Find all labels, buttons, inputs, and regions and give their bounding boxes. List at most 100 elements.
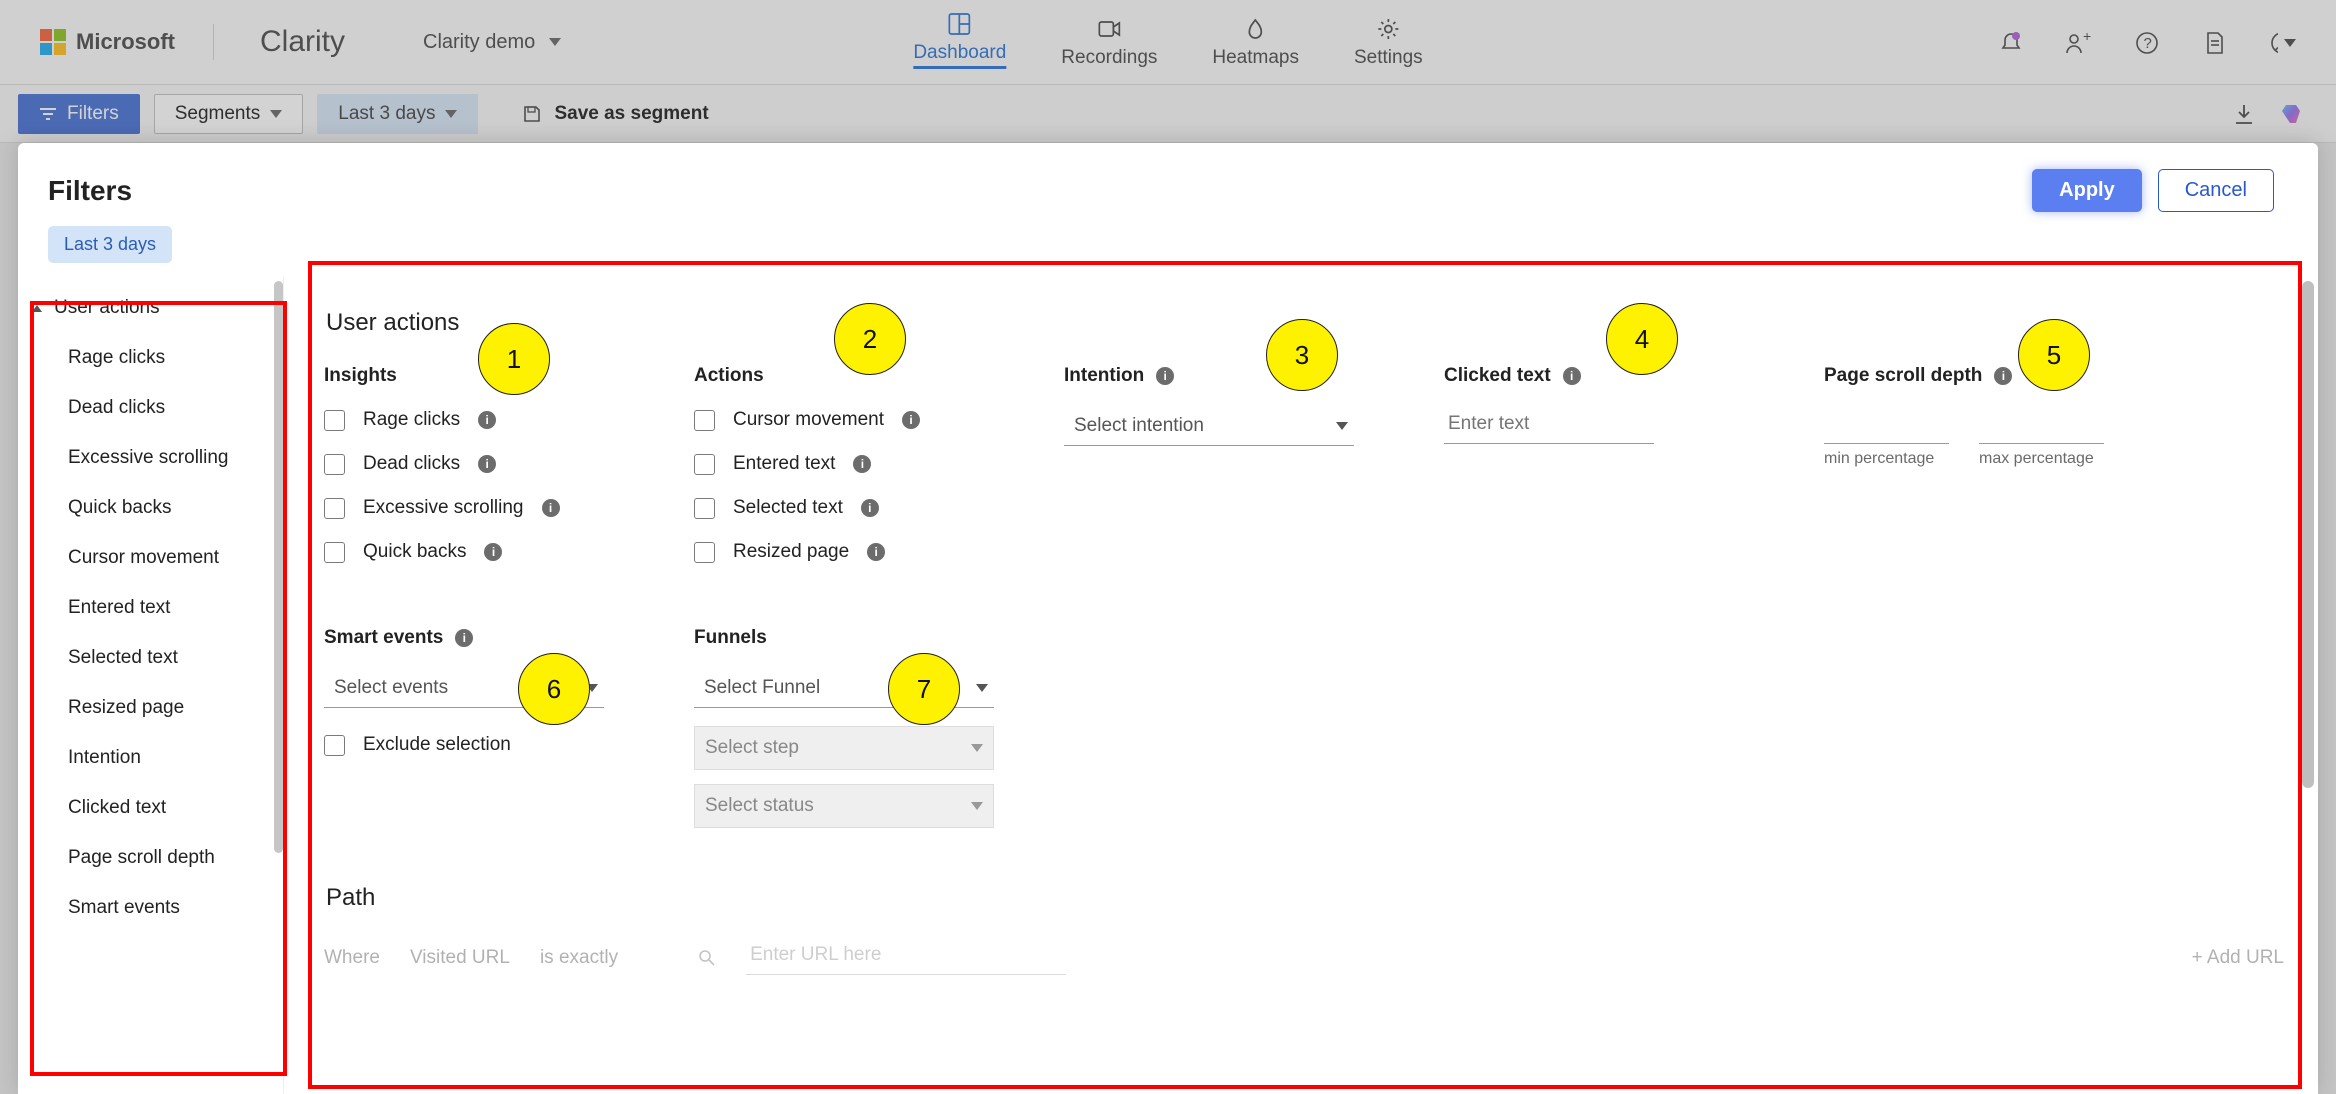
scroll-min-input[interactable] <box>1824 409 1949 444</box>
nav-heatmaps[interactable]: Heatmaps <box>1212 17 1299 69</box>
sidebar-item-resized-page[interactable]: Resized page <box>18 683 283 733</box>
copilot-icon[interactable] <box>2280 101 2306 127</box>
path-url-input[interactable] <box>746 940 1066 975</box>
scroll-min-label: min percentage <box>1824 450 1949 468</box>
funnels-title: Funnels <box>694 627 1044 649</box>
info-icon[interactable]: i <box>478 411 496 429</box>
document-icon[interactable] <box>2202 30 2228 56</box>
dashboard-icon <box>948 12 972 36</box>
sidebar-group-user-actions[interactable]: User actions <box>18 283 283 333</box>
checkbox[interactable] <box>324 735 345 756</box>
sidebar-item-clicked-text[interactable]: Clicked text <box>18 783 283 833</box>
checkbox[interactable] <box>324 454 345 475</box>
chevron-down-icon <box>1336 422 1348 430</box>
recordings-icon <box>1097 17 1121 41</box>
cancel-button[interactable]: Cancel <box>2158 169 2274 212</box>
funnel-select[interactable]: Select Funnel <box>694 671 994 708</box>
action-selected-text[interactable]: Selected texti <box>694 497 1044 519</box>
sidebar-item-excessive-scrolling[interactable]: Excessive scrolling <box>18 433 283 483</box>
account-icon[interactable] <box>2270 30 2296 56</box>
info-icon[interactable]: i <box>902 411 920 429</box>
exclude-selection-row[interactable]: Exclude selection <box>324 734 674 756</box>
chevron-down-icon <box>971 802 983 810</box>
brand-clarity: Clarity <box>260 25 345 59</box>
checkbox[interactable] <box>694 498 715 519</box>
info-icon[interactable]: i <box>484 543 502 561</box>
smart-events-select[interactable]: Select events <box>324 671 604 708</box>
info-icon[interactable]: i <box>853 455 871 473</box>
project-selector[interactable]: Clarity demo <box>423 31 561 54</box>
checkbox[interactable] <box>324 498 345 519</box>
segments-button[interactable]: Segments <box>154 94 304 134</box>
action-label: Entered text <box>733 453 835 475</box>
info-icon[interactable]: i <box>542 499 560 517</box>
filters-button[interactable]: Filters <box>18 94 140 134</box>
save-segment-button[interactable]: Save as segment <box>522 103 708 125</box>
checkbox[interactable] <box>694 410 715 431</box>
sidebar-item-smart-events[interactable]: Smart events <box>18 883 283 933</box>
sidebar-item-quick-backs[interactable]: Quick backs <box>18 483 283 533</box>
info-icon[interactable]: i <box>455 629 473 647</box>
checkbox[interactable] <box>694 454 715 475</box>
funnel-step-select: Select step <box>694 726 994 770</box>
filters-content: User actions Insights Rage clicksi Dead … <box>284 277 2318 1094</box>
project-name: Clarity demo <box>423 31 535 54</box>
daterange-button[interactable]: Last 3 days <box>317 94 478 134</box>
info-icon[interactable]: i <box>861 499 879 517</box>
info-icon[interactable]: i <box>867 543 885 561</box>
insight-label: Dead clicks <box>363 453 460 475</box>
action-resized-page[interactable]: Resized pagei <box>694 541 1044 563</box>
info-icon[interactable]: i <box>1994 367 2012 385</box>
add-url-button[interactable]: + Add URL <box>2192 947 2284 969</box>
nav-recordings-label: Recordings <box>1061 47 1157 69</box>
checkbox[interactable] <box>694 542 715 563</box>
help-icon[interactable]: ? <box>2134 30 2160 56</box>
scroll-depth-column: Page scroll depthi min percentage max pe… <box>1824 365 2284 585</box>
sidebar-item-page-scroll-depth[interactable]: Page scroll depth <box>18 833 283 883</box>
path-field[interactable]: Visited URL <box>410 947 510 969</box>
nav-settings[interactable]: Settings <box>1354 17 1423 69</box>
insight-quick-backs[interactable]: Quick backs i <box>324 541 674 563</box>
intention-select[interactable]: Select intention <box>1064 409 1354 446</box>
sidebar-item-intention[interactable]: Intention <box>18 733 283 783</box>
content-scrollbar[interactable] <box>2302 281 2314 788</box>
notifications-icon[interactable] <box>1998 30 2024 56</box>
info-icon[interactable]: i <box>1156 367 1174 385</box>
nav-dashboard-label: Dashboard <box>913 42 1006 69</box>
header-actions: + ? <box>1998 0 2296 85</box>
active-filter-chip[interactable]: Last 3 days <box>48 226 172 263</box>
clicked-text-input[interactable] <box>1444 409 1654 444</box>
svg-text:?: ? <box>2144 35 2152 52</box>
checkbox[interactable] <box>324 542 345 563</box>
sidebar-item-cursor-movement[interactable]: Cursor movement <box>18 533 283 583</box>
sidebar-scrollbar[interactable] <box>274 281 283 853</box>
funnel-placeholder: Select Funnel <box>704 677 820 699</box>
path-op[interactable]: is exactly <box>540 947 618 969</box>
insight-label: Quick backs <box>363 541 466 563</box>
sidebar-item-dead-clicks[interactable]: Dead clicks <box>18 383 283 433</box>
nav-dashboard[interactable]: Dashboard <box>913 12 1006 69</box>
info-icon[interactable]: i <box>478 455 496 473</box>
download-icon[interactable] <box>2234 103 2254 125</box>
nav-heatmaps-label: Heatmaps <box>1212 47 1299 69</box>
sidebar-item-entered-text[interactable]: Entered text <box>18 583 283 633</box>
people-icon[interactable]: + <box>2066 30 2092 56</box>
insight-rage-clicks[interactable]: Rage clicksi <box>324 409 674 431</box>
sidebar-item-rage-clicks[interactable]: Rage clicks <box>18 333 283 383</box>
sidebar-item-selected-text[interactable]: Selected text <box>18 633 283 683</box>
section-path-title: Path <box>326 884 2284 912</box>
action-entered-text[interactable]: Entered text i <box>694 453 1044 475</box>
action-cursor-movement[interactable]: Cursor movementi <box>694 409 1044 431</box>
apply-button[interactable]: Apply <box>2032 169 2142 212</box>
chevron-down-icon <box>971 744 983 752</box>
nav-recordings[interactable]: Recordings <box>1061 17 1157 69</box>
intention-column: Intentioni Select intention <box>1064 365 1444 585</box>
modal-title: Filters <box>48 175 132 207</box>
checkbox[interactable] <box>324 410 345 431</box>
scroll-max-input[interactable] <box>1979 409 2104 444</box>
info-icon[interactable]: i <box>1563 367 1581 385</box>
section-user-actions-title: User actions <box>326 309 2284 337</box>
insight-excessive-scrolling[interactable]: Excessive scrollingi <box>324 497 674 519</box>
insight-dead-clicks[interactable]: Dead clicks i <box>324 453 674 475</box>
funnel-step-placeholder: Select step <box>705 737 799 759</box>
